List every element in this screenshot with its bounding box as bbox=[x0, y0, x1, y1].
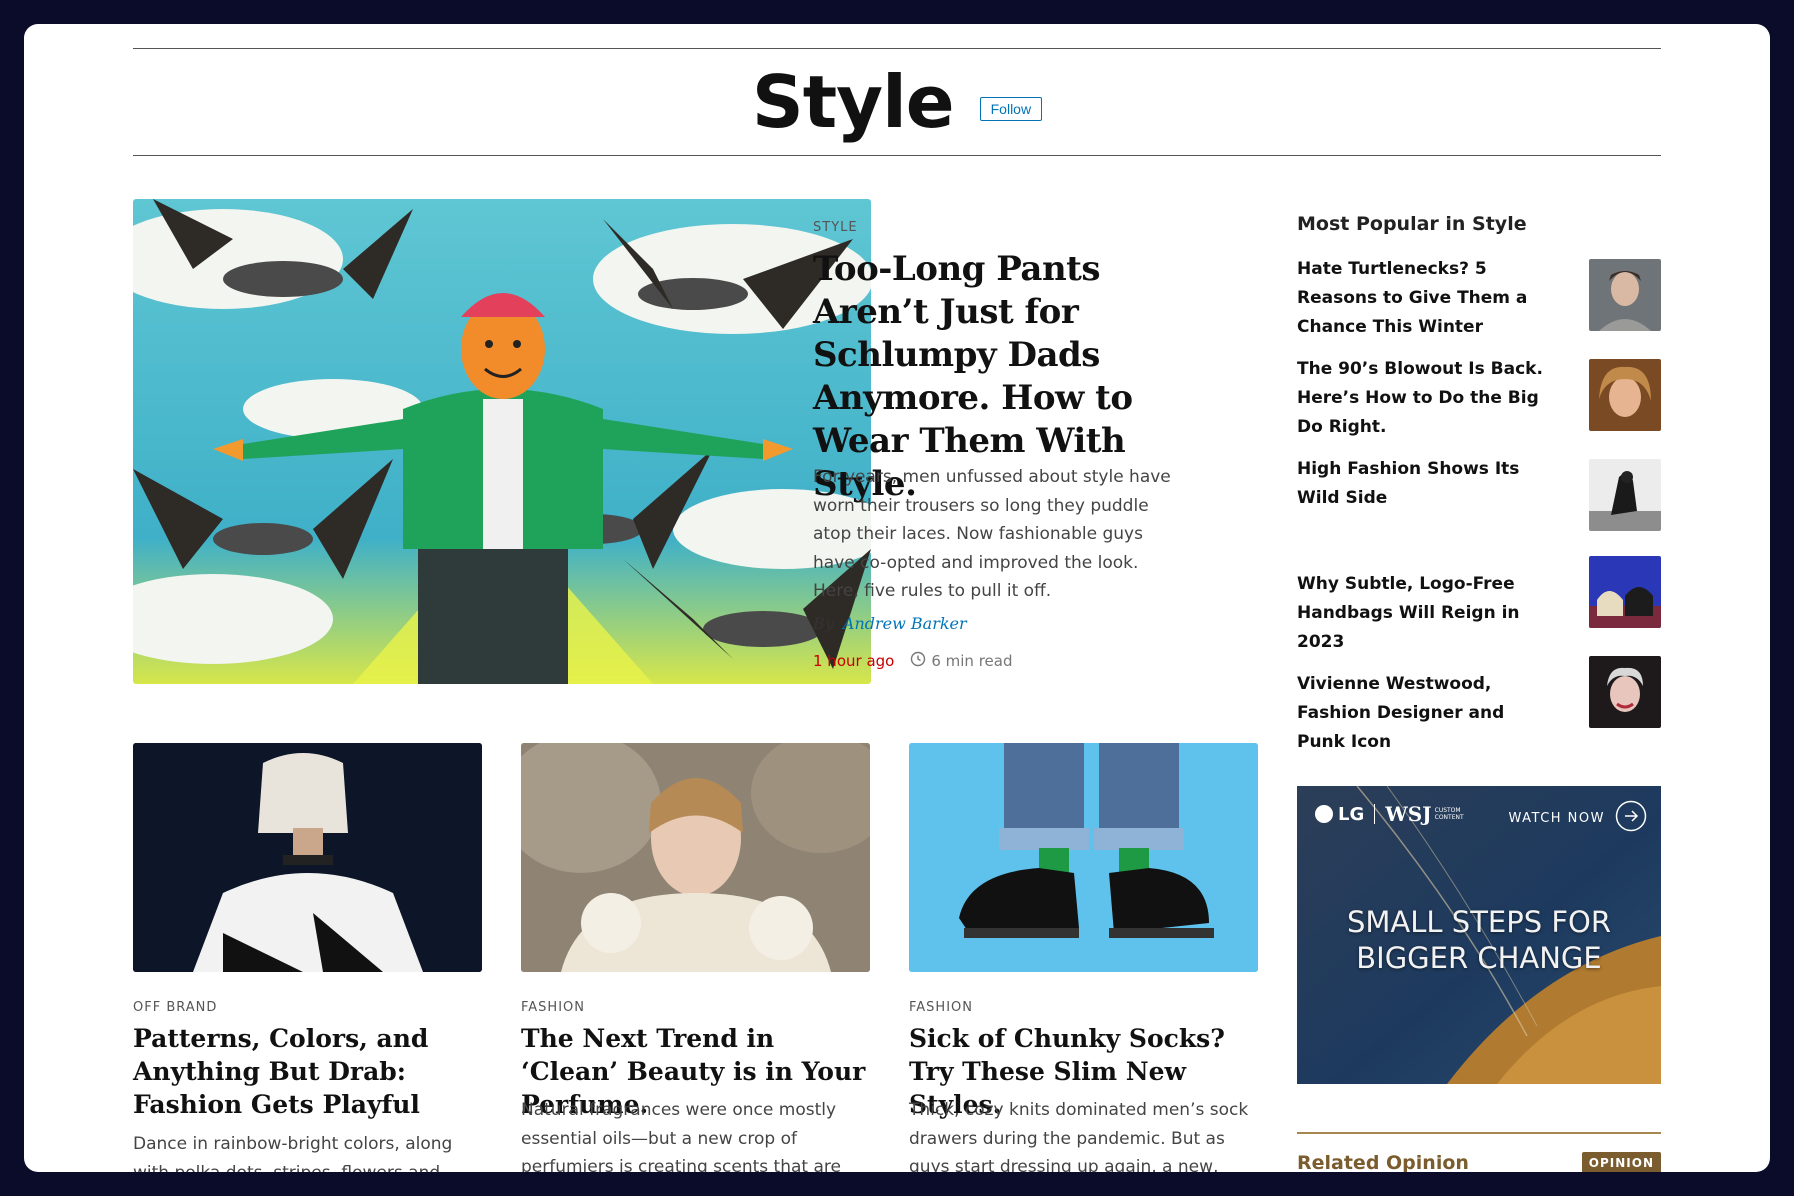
ad-watch-now[interactable]: WATCH NOW bbox=[1508, 800, 1647, 836]
popular-item[interactable]: The 90’s Blowout Is Back. Here’s How to … bbox=[1297, 355, 1661, 442]
section-masthead: Style Follow bbox=[133, 49, 1661, 155]
ad-lg-logo: LG WSJ CUSTOM CONTENT bbox=[1315, 802, 1467, 826]
popular-item[interactable]: High Fashion Shows Its Wild Side bbox=[1297, 455, 1661, 531]
follow-button[interactable]: Follow bbox=[979, 97, 1043, 121]
clock-icon bbox=[910, 651, 926, 671]
card-summary-3: Thick, cozy knits dominated men’s sock d… bbox=[909, 1100, 1249, 1172]
related-opinion-heading[interactable]: Related Opinion bbox=[1297, 1152, 1469, 1172]
ad-cta[interactable]: WATCH NOW bbox=[1508, 811, 1605, 826]
ad-headline-line-1: SMALL STEPS FOR bbox=[1346, 905, 1612, 939]
popular-item-title[interactable]: Hate Turtlenecks? 5 Reasons to Give Them… bbox=[1297, 255, 1557, 342]
masthead-bottom-rule bbox=[133, 155, 1661, 156]
popular-item-thumbnail[interactable] bbox=[1589, 656, 1661, 728]
related-opinion-header: Related Opinion OPINION bbox=[1297, 1152, 1661, 1172]
browser-viewport: Style Follow STYLE Too-Long Pants Aren’t… bbox=[24, 24, 1770, 1172]
section-title: Style bbox=[751, 60, 955, 144]
related-opinion: Related Opinion OPINION bbox=[1297, 1132, 1661, 1172]
lg-logo-icon bbox=[1315, 805, 1333, 823]
card-image-socks[interactable] bbox=[909, 743, 1258, 972]
arrow-right-icon[interactable] bbox=[1615, 800, 1647, 836]
card-image-perfume[interactable] bbox=[521, 743, 870, 972]
popular-item-thumbnail[interactable] bbox=[1589, 359, 1661, 431]
ad-headline: SMALL STEPS FOR BIGGER CHANGE bbox=[1297, 904, 1661, 976]
popular-item-thumbnail[interactable] bbox=[1589, 556, 1661, 628]
card-kicker-3[interactable]: FASHION bbox=[909, 1000, 973, 1015]
lead-meta: 1 hour ago 6 min read bbox=[813, 651, 1012, 671]
card-kicker-2[interactable]: FASHION bbox=[521, 1000, 585, 1015]
related-opinion-rule bbox=[1297, 1132, 1661, 1134]
ad-partner-sub: CUSTOM CONTENT bbox=[1434, 807, 1464, 821]
card-summary-2: Natural fragrances were once mostly esse… bbox=[521, 1100, 841, 1172]
card-summary-1: Dance in rainbow-bright colors, along wi… bbox=[133, 1134, 453, 1172]
lead-byline: By Andrew Barker bbox=[813, 614, 967, 633]
popular-item-title[interactable]: Why Subtle, Logo-Free Handbags Will Reig… bbox=[1297, 570, 1557, 657]
lead-image[interactable] bbox=[133, 199, 871, 684]
lead-kicker[interactable]: STYLE bbox=[813, 220, 858, 235]
page-content: Style Follow STYLE Too-Long Pants Aren’t… bbox=[133, 48, 1661, 1172]
opinion-badge: OPINION bbox=[1581, 1152, 1661, 1172]
most-popular: Most Popular in Style Hate Turtlenecks? … bbox=[1297, 213, 1661, 773]
popular-item[interactable]: Hate Turtlenecks? 5 Reasons to Give Them… bbox=[1297, 255, 1661, 342]
popular-item[interactable]: Why Subtle, Logo-Free Handbags Will Reig… bbox=[1297, 556, 1661, 657]
author-link[interactable]: Andrew Barker bbox=[843, 614, 967, 633]
popular-item-title[interactable]: High Fashion Shows Its Wild Side bbox=[1297, 455, 1557, 513]
card-image-off-brand[interactable] bbox=[133, 743, 482, 972]
ad-partner: WSJ bbox=[1385, 802, 1432, 826]
popular-item-title[interactable]: The 90’s Blowout Is Back. Here’s How to … bbox=[1297, 355, 1557, 442]
ad-brand: LG bbox=[1338, 803, 1365, 825]
card-headline-1[interactable]: Patterns, Colors, and Anything But Drab:… bbox=[133, 1022, 482, 1121]
popular-item-title[interactable]: Vivienne Westwood, Fashion Designer and … bbox=[1297, 670, 1557, 757]
lead-read-time: 6 min read bbox=[931, 652, 1013, 670]
ad-divider bbox=[1374, 804, 1376, 824]
most-popular-heading: Most Popular in Style bbox=[1297, 213, 1527, 235]
ad-headline-line-2: BIGGER CHANGE bbox=[1356, 941, 1602, 975]
card-kicker-1[interactable]: OFF BRAND bbox=[133, 1000, 217, 1015]
lead-timestamp: 1 hour ago bbox=[813, 652, 895, 670]
ad-banner[interactable]: LG WSJ CUSTOM CONTENT WATCH NOW SMALL ST… bbox=[1297, 786, 1661, 1084]
popular-item-thumbnail[interactable] bbox=[1589, 259, 1661, 331]
popular-item-thumbnail[interactable] bbox=[1589, 459, 1661, 531]
byline-prefix: By bbox=[813, 614, 834, 633]
popular-item[interactable]: Vivienne Westwood, Fashion Designer and … bbox=[1297, 656, 1661, 757]
lead-summary: For years, men unfussed about style have… bbox=[813, 467, 1171, 601]
